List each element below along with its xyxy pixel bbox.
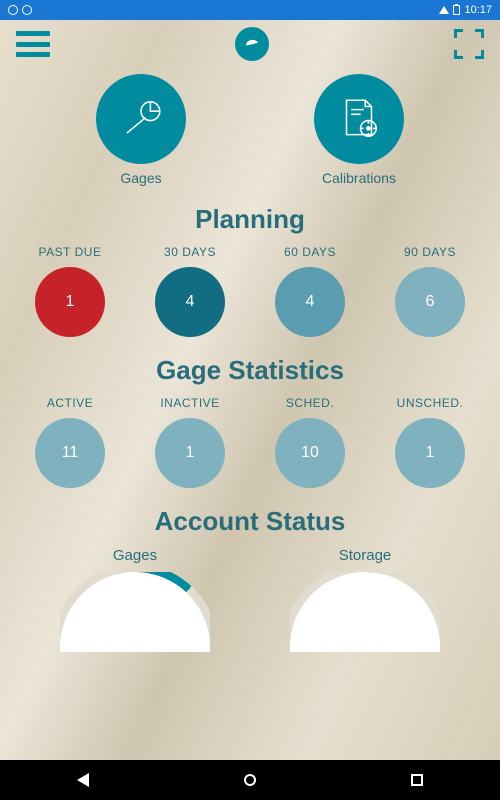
planning-title: Planning [0,204,500,235]
menu-button[interactable] [16,31,50,57]
micrometer-icon [116,94,166,144]
calibrations-tile[interactable]: Calibrations [314,74,404,186]
back-button[interactable] [63,765,103,795]
planning-90-days[interactable]: 90 DAYS 6 [375,245,485,337]
calibration-doc-icon [334,94,384,144]
battery-icon [453,5,460,15]
stats-grid: ACTIVE 11 INACTIVE 1 SCHED. 10 UNSCHED. … [0,396,500,488]
recents-button[interactable] [397,765,437,795]
stats-active[interactable]: ACTIVE 11 [15,396,125,488]
gear-icon [22,5,32,15]
back-icon [77,773,89,787]
app-logo[interactable] [235,27,269,61]
android-status-bar: 10:17 [0,0,500,20]
stats-title: Gage Statistics [0,355,500,386]
home-icon [244,774,256,786]
recents-icon [411,774,423,786]
planning-30-days[interactable]: 30 DAYS 4 [135,245,245,337]
planning-grid: PAST DUE 1 30 DAYS 4 60 DAYS 4 90 DAYS 6 [0,245,500,337]
main-nav-tiles: Gages Calibrations [0,68,500,186]
logo-icon [243,35,261,53]
home-button[interactable] [230,765,270,795]
gages-tile-label: Gages [120,170,161,186]
account-title: Account Status [0,506,500,537]
signal-icon [439,6,449,14]
account-storage[interactable]: Storage 0.00gb 1.3 % [290,547,440,652]
stats-unscheduled[interactable]: UNSCHED. 1 [375,396,485,488]
status-time: 10:17 [464,4,492,16]
gear-icon [8,5,18,15]
calibrations-tile-label: Calibrations [322,170,396,186]
planning-60-days[interactable]: 60 DAYS 4 [255,245,365,337]
account-gages[interactable]: Gages 12 12.0 % [60,547,210,652]
fullscreen-button[interactable] [454,29,484,59]
gages-tile[interactable]: Gages [96,74,186,186]
account-grid: Gages 12 12.0 % Storage 0.00gb 1.3 % [0,547,500,760]
app-bar [0,20,500,68]
stats-scheduled[interactable]: SCHED. 10 [255,396,365,488]
android-nav-bar [0,760,500,800]
stats-inactive[interactable]: INACTIVE 1 [135,396,245,488]
planning-past-due[interactable]: PAST DUE 1 [15,245,125,337]
